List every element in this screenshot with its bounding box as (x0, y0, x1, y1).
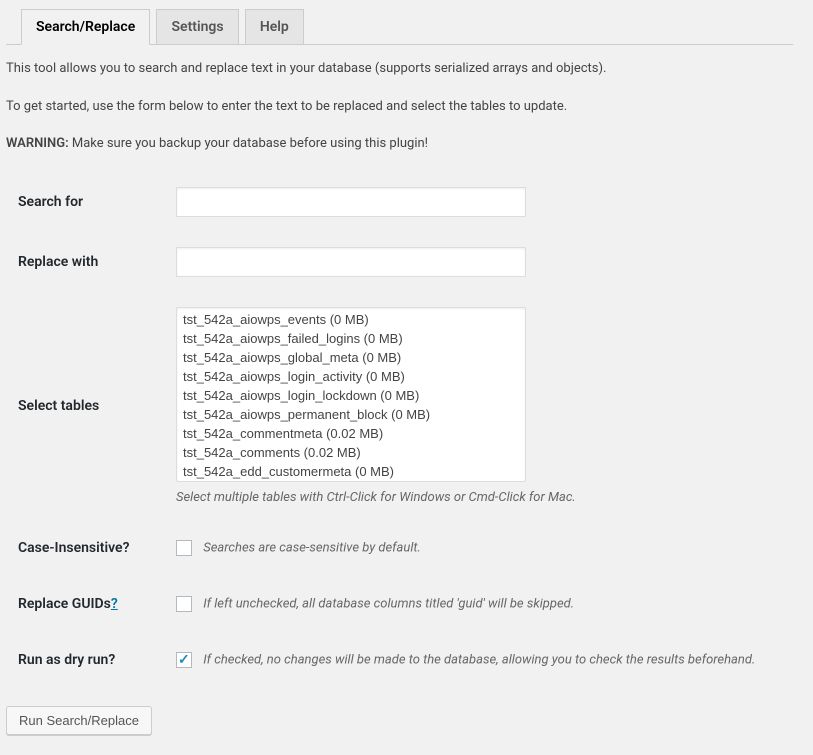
intro-text: This tool allows you to search and repla… (6, 45, 793, 154)
replace-guids-help-link[interactable]: ? (111, 596, 118, 612)
table-option[interactable]: tst_542a_commentmeta (0.02 MB) (179, 424, 523, 443)
form-table: Search for Replace with Select tables ts… (6, 172, 793, 688)
case-insensitive-checkbox[interactable] (176, 540, 192, 556)
replace-guids-checkbox[interactable] (176, 596, 192, 612)
tab-settings[interactable]: Settings (156, 9, 238, 45)
tab-search-replace[interactable]: Search/Replace (21, 9, 150, 45)
case-insensitive-label: Case-Insensitive? (6, 520, 166, 576)
select-tables-input[interactable]: tst_542a_aiowps_events (0 MB)tst_542a_ai… (176, 307, 526, 482)
run-search-replace-button[interactable]: Run Search/Replace (6, 706, 152, 735)
nav-tabs: Search/Replace Settings Help (6, 0, 793, 45)
select-tables-label: Select tables (6, 292, 166, 520)
tab-help[interactable]: Help (245, 9, 304, 45)
intro-warning: WARNING: Make sure you backup your datab… (6, 134, 793, 154)
dry-run-desc: If checked, no changes will be made to t… (203, 652, 755, 667)
intro-line-2: To get started, use the form below to en… (6, 97, 793, 117)
table-option[interactable]: tst_542a_aiowps_login_lockdown (0 MB) (179, 386, 523, 405)
dry-run-checkbox[interactable] (176, 652, 192, 668)
search-for-input[interactable] (176, 187, 526, 217)
select-tables-help: Select multiple tables with Ctrl-Click f… (176, 490, 783, 505)
table-option[interactable]: tst_542a_aiowps_global_meta (0 MB) (179, 348, 523, 367)
dry-run-label: Run as dry run? (6, 632, 166, 688)
table-option[interactable]: tst_542a_aiowps_events (0 MB) (179, 310, 523, 329)
warning-text: Make sure you backup your database befor… (69, 136, 428, 151)
replace-with-label: Replace with (6, 232, 166, 292)
replace-guids-desc: If left unchecked, all database columns … (203, 596, 574, 611)
table-option[interactable]: tst_542a_comments (0.02 MB) (179, 443, 523, 462)
case-insensitive-desc: Searches are case-sensitive by default. (203, 540, 421, 555)
intro-line-1: This tool allows you to search and repla… (6, 59, 793, 79)
table-option[interactable]: tst_542a_aiowps_login_activity (0 MB) (179, 367, 523, 386)
table-option[interactable]: tst_542a_aiowps_permanent_block (0 MB) (179, 405, 523, 424)
replace-with-input[interactable] (176, 247, 526, 277)
search-for-label: Search for (6, 172, 166, 232)
warning-label: WARNING: (6, 136, 69, 151)
replace-guids-label-text: Replace GUIDs (18, 596, 111, 612)
replace-guids-label: Replace GUIDs? (6, 576, 166, 632)
table-option[interactable]: tst_542a_edd_customermeta (0 MB) (179, 462, 523, 481)
table-option[interactable]: tst_542a_aiowps_failed_logins (0 MB) (179, 329, 523, 348)
